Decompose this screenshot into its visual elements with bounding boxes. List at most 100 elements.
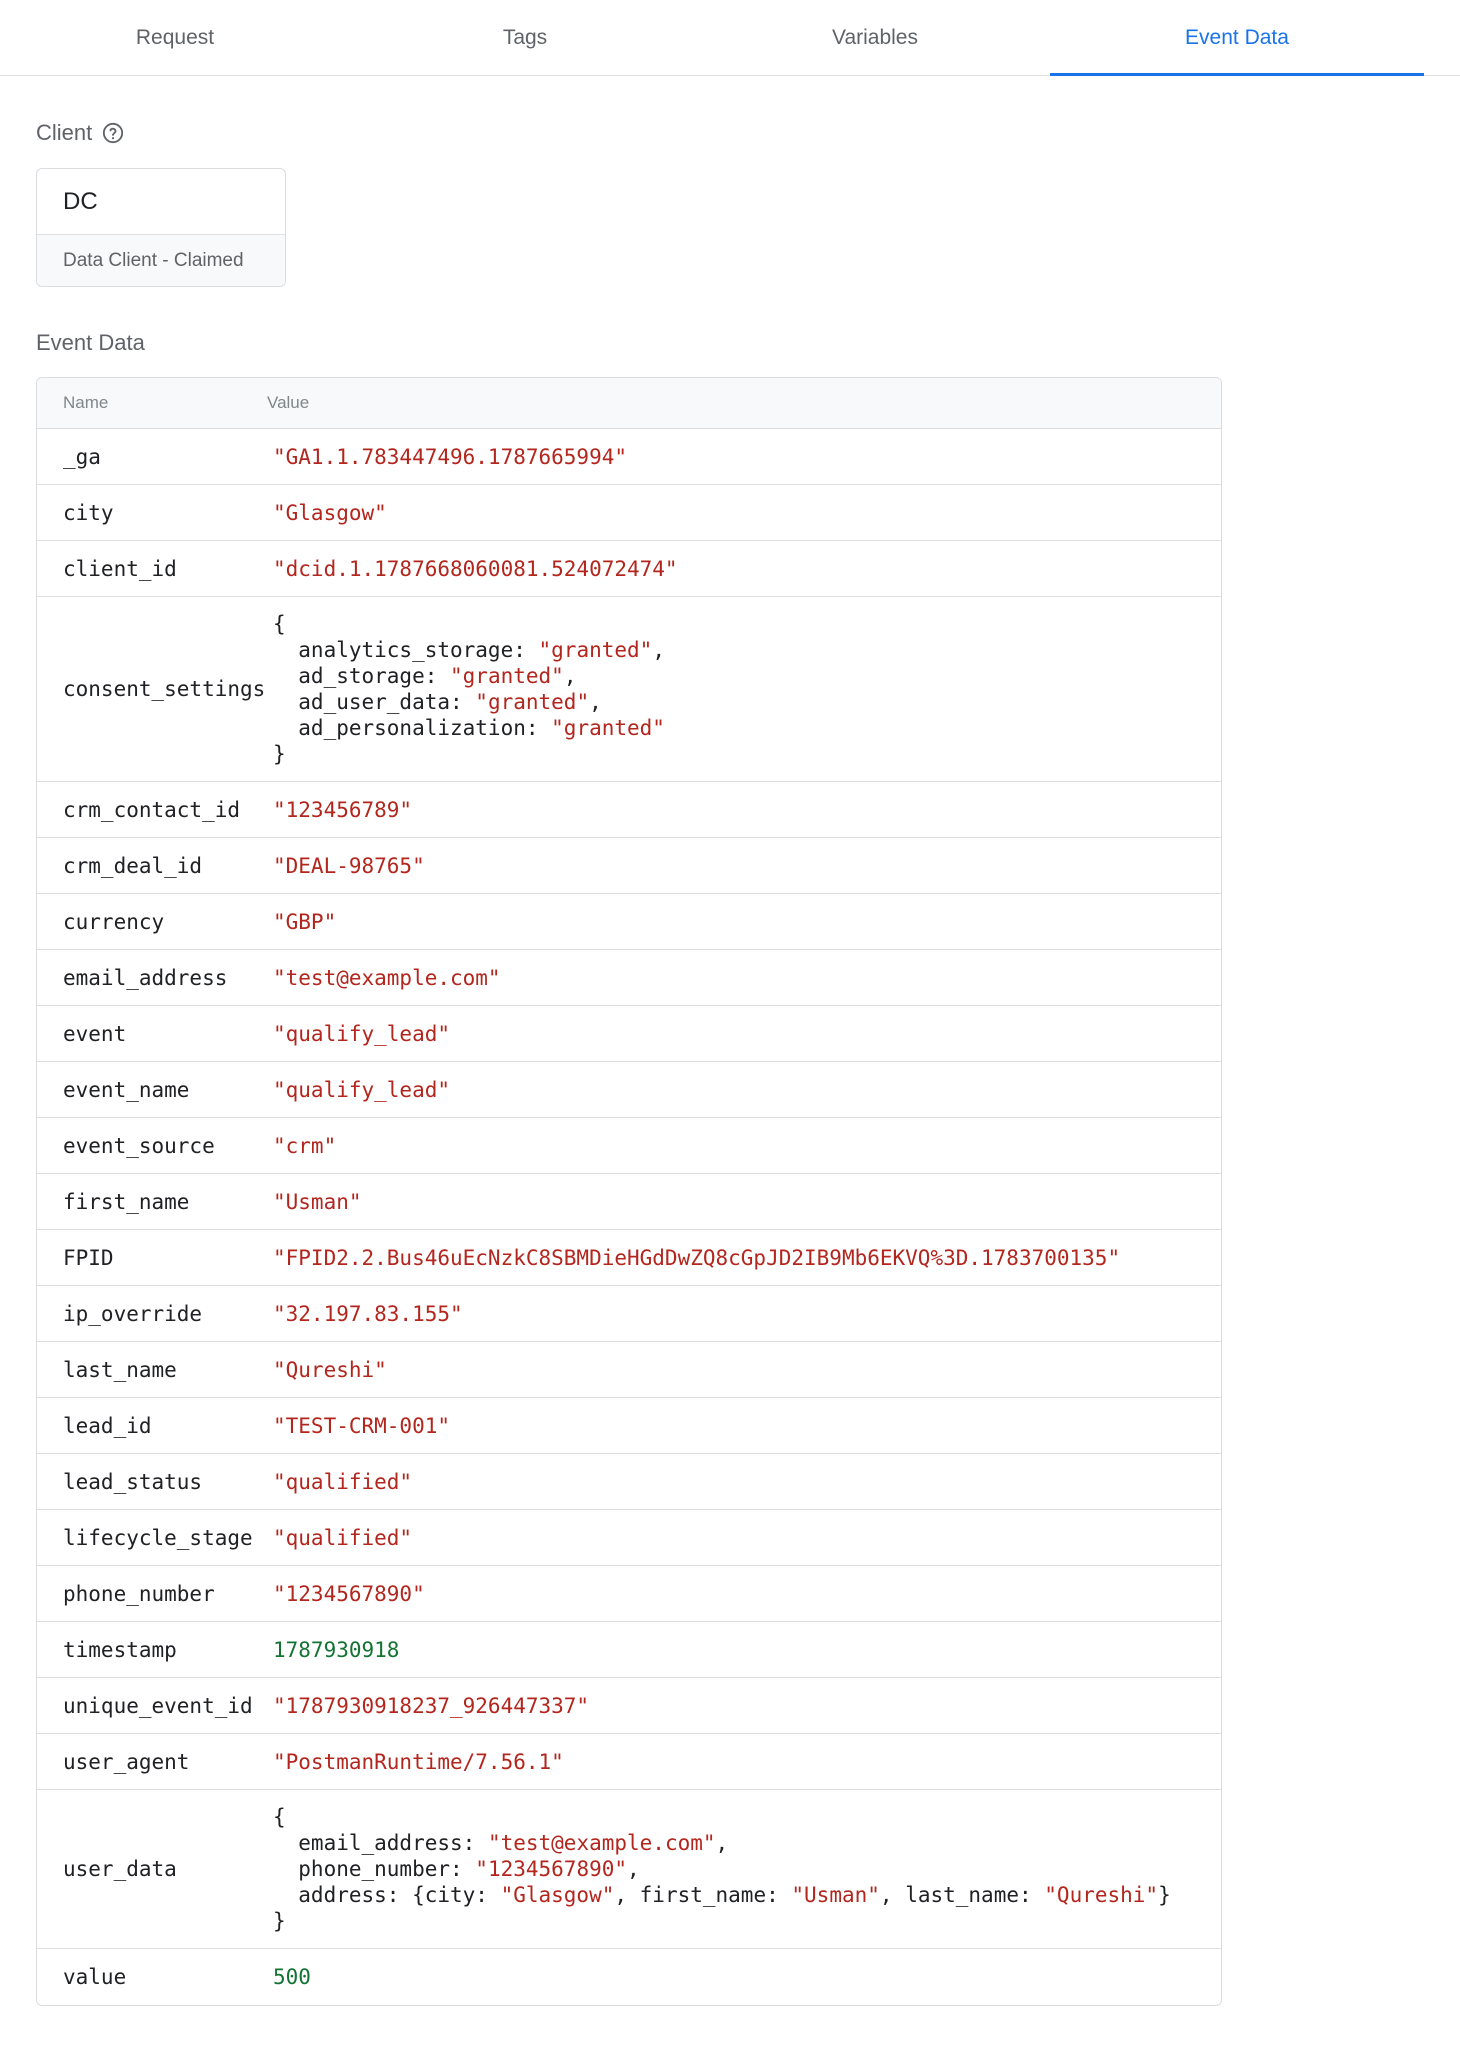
value-line: ad_personalization: "granted"	[273, 715, 1221, 741]
row-value: "Glasgow"	[273, 500, 387, 525]
help-circle-icon[interactable]	[102, 122, 124, 144]
row-name: event	[63, 1021, 127, 1046]
row-name: event_name	[63, 1077, 190, 1102]
value-line: address: {city: "Glasgow", first_name: "…	[273, 1882, 1221, 1908]
row-name: _ga	[63, 444, 101, 469]
value-token: "1234567890"	[475, 1857, 628, 1881]
value-token: ad_personalization:	[273, 716, 552, 740]
row-name: lead_id	[63, 1413, 152, 1438]
value-token: email_address:	[273, 1831, 488, 1855]
value-token: "Usman"	[791, 1883, 880, 1907]
row-name: crm_deal_id	[63, 853, 203, 878]
value-token: address: {city:	[273, 1883, 501, 1907]
table-row: user_agent "PostmanRuntime/7.56.1"	[37, 1734, 1221, 1790]
client-name: DC	[37, 169, 285, 235]
row-value: "GBP"	[273, 909, 337, 934]
client-section-header: Client	[36, 120, 124, 146]
row-name: crm_contact_id	[63, 797, 241, 822]
row-name: lifecycle_stage	[63, 1525, 253, 1550]
client-section-label: Client	[36, 120, 93, 145]
row-value: "123456789"	[273, 797, 413, 822]
client-card: DC Data Client - Claimed	[36, 168, 286, 287]
table-row: lead_id "TEST-CRM-001"	[37, 1398, 1221, 1454]
table-row: last_name "Qureshi"	[37, 1342, 1221, 1398]
value-token: {	[273, 612, 286, 636]
row-value: "qualify_lead"	[273, 1077, 451, 1102]
value-token: ad_user_data:	[273, 690, 476, 714]
row-value: "DEAL-98765"	[273, 853, 425, 878]
row-name: consent_settings	[63, 677, 266, 701]
value-token: "Glasgow"	[500, 1883, 615, 1907]
row-value: "dcid.1.1787668060081.524072474"	[273, 556, 678, 581]
table-row: crm_deal_id "DEAL-98765"	[37, 838, 1221, 894]
event-data-table: Name Value _ga "GA1.1.783447496.178766599…	[36, 377, 1222, 2006]
row-name: lead_status	[63, 1469, 203, 1494]
value-line: }	[273, 741, 1221, 767]
table-row: crm_contact_id "123456789"	[37, 782, 1221, 838]
value-line: {	[273, 1804, 1221, 1830]
row-value: "1787930918237_926447337"	[273, 1693, 590, 1718]
row-value: "test@example.com"	[273, 965, 501, 990]
value-token: "granted"	[551, 716, 665, 740]
tab-event-data[interactable]: Event Data	[1050, 0, 1424, 76]
table-row: event "qualify_lead"	[37, 1006, 1221, 1062]
value-token: "granted"	[450, 664, 564, 688]
row-value: "crm"	[273, 1133, 337, 1158]
value-token: analytics_storage:	[273, 638, 539, 662]
row-name: currency	[63, 909, 165, 934]
value-line: analytics_storage: "granted",	[273, 637, 1221, 663]
row-value: "FPID2.2.Bus46uEcNzkC8SBMDieHGdDwZQ8cGpJ…	[273, 1245, 1121, 1270]
column-header-value: Value	[267, 393, 310, 412]
row-name: city	[63, 500, 114, 525]
value-token: ,	[627, 1857, 640, 1881]
row-value: "Qureshi"	[273, 1357, 387, 1382]
value-line: ad_storage: "granted",	[273, 663, 1221, 689]
row-value: "32.197.83.155"	[273, 1301, 463, 1326]
row-value: { email_address: "test@example.com", pho…	[273, 1790, 1221, 1948]
value-token: }	[273, 742, 286, 766]
value-token: , last_name:	[879, 1883, 1045, 1907]
table-header: Name Value	[37, 378, 1221, 429]
table-row: ip_override "32.197.83.155"	[37, 1286, 1221, 1342]
table-row: event_name "qualify_lead"	[37, 1062, 1221, 1118]
row-name: first_name	[63, 1189, 190, 1214]
table-row: lifecycle_stage "qualified"	[37, 1510, 1221, 1566]
table-row: phone_number "1234567890"	[37, 1566, 1221, 1622]
value-token: "granted"	[475, 690, 590, 714]
event-data-section-label: Event Data	[36, 330, 145, 355]
value-token: }	[273, 1909, 286, 1933]
table-row: consent_settings { analytics_storage: "gr…	[37, 597, 1221, 782]
row-value: 500	[273, 1965, 311, 1989]
value-line: phone_number: "1234567890",	[273, 1856, 1221, 1882]
table-row: value 500	[37, 1949, 1221, 2005]
row-name: phone_number	[63, 1581, 215, 1606]
tab-variables[interactable]: Variables	[700, 0, 1050, 75]
row-value: "TEST-CRM-001"	[273, 1413, 451, 1438]
row-value: { analytics_storage: "granted", ad_stora…	[273, 597, 1221, 781]
value-token: ,	[589, 690, 602, 714]
row-value: "GA1.1.783447496.1787665994"	[273, 444, 628, 469]
row-value: 1787930918	[273, 1637, 400, 1662]
client-status: Data Client - Claimed	[37, 235, 285, 286]
row-name: user_agent	[63, 1749, 190, 1774]
table-row: city "Glasgow"	[37, 485, 1221, 541]
tab-request[interactable]: Request	[0, 0, 350, 75]
table-row: _ga "GA1.1.783447496.1787665994"	[37, 429, 1221, 485]
tab-tags[interactable]: Tags	[350, 0, 700, 75]
value-token: }	[1158, 1883, 1171, 1907]
table-row: lead_status "qualified"	[37, 1454, 1221, 1510]
row-name: ip_override	[63, 1301, 203, 1326]
value-token: phone_number:	[273, 1857, 476, 1881]
table-row: FPID "FPID2.2.Bus46uEcNzkC8SBMDieHGdDwZQ8…	[37, 1230, 1221, 1286]
value-token: "test@example.com"	[487, 1831, 716, 1855]
row-name: last_name	[63, 1357, 177, 1382]
row-name: user_data	[63, 1857, 177, 1881]
value-line: }	[273, 1908, 1221, 1934]
row-value: "qualified"	[273, 1525, 413, 1550]
row-name: value	[63, 1965, 127, 1989]
row-name: timestamp	[63, 1637, 177, 1662]
value-line: ad_user_data: "granted",	[273, 689, 1221, 715]
value-line: email_address: "test@example.com",	[273, 1830, 1221, 1856]
row-value: "qualified"	[273, 1469, 413, 1494]
value-line: {	[273, 611, 1221, 637]
